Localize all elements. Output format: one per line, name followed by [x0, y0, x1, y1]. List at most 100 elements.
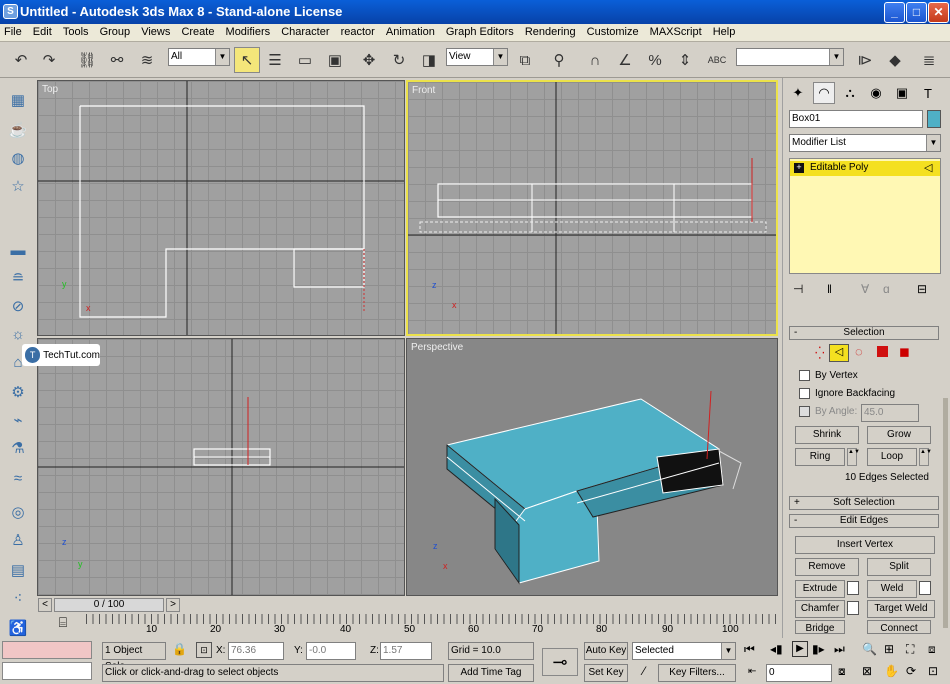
viewport-top[interactable]: Top y x — [37, 80, 405, 336]
key-icon[interactable]: ⊸ — [542, 648, 578, 676]
viewport-left[interactable]: z y — [37, 338, 405, 596]
chamfer-settings-icon[interactable] — [847, 601, 859, 615]
y-coordinate-field[interactable]: -0.0 — [306, 642, 356, 660]
unlink-icon[interactable]: ⚯ — [104, 47, 130, 73]
sphere-icon[interactable]: ◍ — [6, 146, 30, 170]
redo-icon[interactable]: ↷ — [36, 47, 62, 73]
menu-views[interactable]: Views — [137, 24, 174, 40]
ring-spinner-icon[interactable]: ▲▼ — [847, 448, 860, 466]
torus-icon[interactable]: ◎ — [6, 500, 30, 524]
menu-help[interactable]: Help — [709, 24, 740, 40]
pin-stack-icon[interactable]: ⊣ — [793, 282, 803, 296]
pivot-center-icon[interactable]: ⧉ — [512, 47, 538, 73]
auto-key-button[interactable]: Auto Key — [584, 642, 628, 660]
rectangle-selection-icon[interactable]: ▭ — [292, 47, 318, 73]
track-bar[interactable]: ⌸ 10 20 30 40 50 60 70 80 90 100 — [36, 614, 778, 638]
goto-end-icon[interactable]: ⏭ — [834, 642, 845, 657]
helper-icon[interactable]: ⚙ — [6, 380, 30, 404]
move-icon[interactable]: ✥ — [356, 47, 382, 73]
current-frame-field[interactable]: 0 — [766, 664, 832, 682]
modifier-list-dropdown[interactable]: Modifier List ▼ — [789, 134, 941, 152]
angle-snap-icon[interactable]: ∠ — [612, 47, 638, 73]
weld-settings-icon[interactable] — [919, 581, 931, 595]
key-filters-button[interactable]: Key Filters... — [658, 664, 736, 682]
selection-rollout-header[interactable]: - Selection — [789, 326, 939, 340]
selection-filter-dropdown[interactable]: All ▼ — [168, 48, 230, 66]
material-icon[interactable]: ▬ — [6, 238, 30, 262]
biped-icon[interactable]: ♙ — [6, 528, 30, 552]
time-slider-thumb[interactable]: 0 / 100 — [54, 598, 164, 612]
x-coordinate-field[interactable]: 76.36 — [228, 642, 284, 660]
configure-sets-icon[interactable]: ⊟ — [917, 282, 927, 296]
menu-customize[interactable]: Customize — [583, 24, 643, 40]
weld-button[interactable]: Weld — [867, 580, 917, 598]
stack-item-editable-poly[interactable]: + Editable Poly ◁ — [790, 161, 940, 176]
polygon-mode-icon[interactable] — [877, 346, 888, 357]
window-crossing-icon[interactable]: ▣ — [322, 47, 348, 73]
select-manipulate-icon[interactable]: ⚲ — [546, 47, 572, 73]
loop-spinner-icon[interactable]: ▲▼ — [919, 448, 932, 466]
zoom-extents-all-icon[interactable]: ⧈ — [928, 642, 936, 657]
mirror-icon[interactable]: ⧐ — [852, 47, 878, 73]
link-icon[interactable]: ⛓ — [74, 47, 100, 73]
menu-create[interactable]: Create — [177, 24, 218, 40]
arc-rotate-icon[interactable]: ⟳ — [906, 664, 916, 678]
display-tab-icon[interactable]: ▣ — [891, 82, 913, 104]
time-slider[interactable]: < 0 / 100 > — [36, 596, 778, 614]
zoom-icon[interactable]: 🔍 — [862, 642, 877, 656]
maxscript-listener-pink[interactable] — [2, 641, 92, 659]
insert-vertex-button[interactable]: Insert Vertex — [795, 536, 935, 554]
remove-button[interactable]: Remove — [795, 558, 859, 576]
lock-icon[interactable]: 🔒 — [172, 642, 187, 656]
pipe-icon[interactable]: ▤ — [6, 558, 30, 582]
rotate-icon[interactable]: ↻ — [386, 47, 412, 73]
menu-rendering[interactable]: Rendering — [521, 24, 580, 40]
menu-graph-editors[interactable]: Graph Editors — [442, 24, 518, 40]
percent-snap-icon[interactable]: % — [642, 47, 668, 73]
systems-icon[interactable]: ⚗ — [6, 436, 30, 460]
bind-space-warp-icon[interactable]: ≋ — [134, 47, 160, 73]
angle-field[interactable]: 45.0 — [861, 404, 919, 422]
set-key-button[interactable]: Set Key — [584, 664, 628, 682]
show-end-result-icon[interactable]: ‖ — [827, 282, 832, 296]
by-angle-checkbox[interactable] — [799, 406, 810, 417]
menu-group[interactable]: Group — [96, 24, 135, 40]
loop-button[interactable]: Loop — [867, 448, 917, 466]
viewport-perspective[interactable]: Perspective z x — [406, 338, 778, 596]
track-view-icon[interactable]: ⌸ — [52, 614, 74, 636]
shrink-button[interactable]: Shrink — [795, 426, 859, 444]
menu-reactor[interactable]: reactor — [337, 24, 379, 40]
element-mode-icon[interactable]: ◼ — [899, 344, 910, 360]
next-frame-button[interactable]: > — [166, 598, 180, 612]
make-unique-icon[interactable]: ∀ — [861, 282, 869, 296]
edit-named-selections-icon[interactable]: ABC — [704, 47, 730, 73]
menu-modifiers[interactable]: Modifiers — [222, 24, 275, 40]
connect-button[interactable]: Connect — [867, 620, 931, 634]
pan-icon[interactable]: ✋ — [884, 664, 899, 678]
snap-toggle-icon[interactable]: ∩ — [582, 47, 608, 73]
object-color-swatch[interactable] — [927, 110, 941, 128]
undo-icon[interactable]: ↶ — [8, 47, 34, 73]
play-icon[interactable]: ▶ — [792, 641, 808, 657]
edge-mode-button[interactable]: ◁ — [829, 344, 849, 362]
ignore-backfacing-checkbox[interactable] — [799, 388, 810, 399]
named-selection-sets-dropdown[interactable]: ▼ — [736, 48, 844, 66]
extrude-button[interactable]: Extrude — [795, 580, 845, 598]
modify-tab-icon[interactable]: ◠ — [813, 82, 835, 104]
goto-start-icon[interactable]: ⏮ — [744, 642, 755, 657]
split-button[interactable]: Split — [867, 558, 931, 576]
teapot-icon[interactable]: ☕ — [6, 118, 30, 142]
remove-modifier-icon[interactable]: ɑ — [883, 282, 890, 296]
field-of-view-icon[interactable]: ⊠ — [862, 664, 872, 678]
light-icon[interactable]: ☼ — [6, 322, 30, 346]
expand-plus-icon[interactable]: + — [794, 163, 804, 173]
time-config-icon[interactable]: ⧇ — [838, 664, 846, 679]
select-object-icon[interactable]: ↖ — [234, 47, 260, 73]
menu-edit[interactable]: Edit — [29, 24, 56, 40]
key-filter-icon[interactable]: ⁄ — [632, 664, 656, 682]
scatter-icon[interactable]: ⁖ — [6, 586, 30, 610]
key-mode-dropdown[interactable]: Selected ▼ — [632, 642, 736, 660]
layer-manager-icon[interactable]: ≣ — [916, 47, 942, 73]
ring-button[interactable]: Ring — [795, 448, 845, 466]
next-key-icon[interactable]: ▮▸ — [812, 642, 825, 656]
